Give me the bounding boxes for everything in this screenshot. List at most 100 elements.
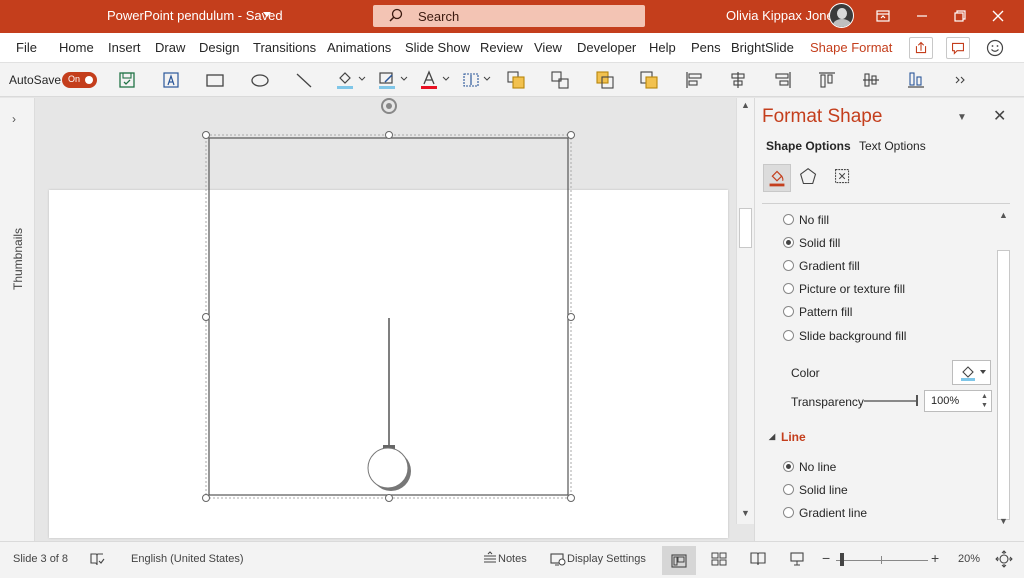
scroll-down-icon[interactable]: ▼ xyxy=(741,508,750,518)
tab-brightslide[interactable]: BrightSlide xyxy=(731,40,794,55)
chevron-right-icon[interactable]: › xyxy=(12,112,16,126)
oval-button[interactable] xyxy=(249,69,271,91)
tab-draw[interactable]: Draw xyxy=(155,40,185,55)
transparency-slider-thumb[interactable] xyxy=(916,395,918,406)
slide-counter[interactable]: Slide 3 of 8 xyxy=(13,553,68,565)
scroll-down-icon[interactable]: ▼ xyxy=(999,516,1008,526)
tab-insert[interactable]: Insert xyxy=(108,40,141,55)
line-button[interactable] xyxy=(293,69,315,91)
send-backward-button[interactable] xyxy=(594,69,616,91)
tab-view[interactable]: View xyxy=(534,40,562,55)
align-center-button[interactable] xyxy=(727,69,749,91)
radio-button[interactable] xyxy=(783,330,794,341)
align-middle-button[interactable] xyxy=(860,69,882,91)
tab-file[interactable]: File xyxy=(16,40,37,55)
zoom-slider[interactable] xyxy=(836,560,928,561)
slide-sorter-icon[interactable] xyxy=(710,550,728,568)
chevron-down-icon[interactable] xyxy=(400,75,408,83)
tab-shape-options[interactable]: Shape Options xyxy=(766,139,851,153)
selected-shape[interactable] xyxy=(36,98,736,541)
align-left-button[interactable] xyxy=(683,69,705,91)
tab-shape-format[interactable]: Shape Format xyxy=(810,40,892,55)
scrollbar-thumb[interactable] xyxy=(997,250,1010,520)
radio-button[interactable] xyxy=(783,484,794,495)
pane-options-icon[interactable]: ▼ xyxy=(957,112,967,123)
display-settings-button[interactable]: Display Settings xyxy=(567,553,646,565)
radio-button[interactable] xyxy=(783,283,794,294)
spinner-icon[interactable]: ▲ ▼ xyxy=(981,392,988,410)
comments-button[interactable] xyxy=(946,37,970,59)
tab-design[interactable]: Design xyxy=(199,40,239,55)
thumbnails-pane[interactable]: › Thumbnails xyxy=(0,98,35,541)
transparency-input[interactable]: 100% ▲ ▼ xyxy=(924,390,992,412)
avatar[interactable] xyxy=(829,3,854,28)
transparency-slider[interactable] xyxy=(864,400,918,402)
arrange-button[interactable] xyxy=(638,69,660,91)
search-box[interactable]: Search xyxy=(373,5,645,27)
fill-line-tab[interactable] xyxy=(763,164,791,192)
scrollbar-thumb[interactable] xyxy=(739,208,752,248)
tab-pens[interactable]: Pens xyxy=(691,40,721,55)
document-title[interactable]: PowerPoint pendulum - Saved xyxy=(107,8,283,23)
radio-button[interactable] xyxy=(783,461,794,472)
group-button[interactable] xyxy=(549,69,571,91)
chevron-down-icon[interactable] xyxy=(442,75,450,83)
tab-help[interactable]: Help xyxy=(649,40,676,55)
reading-view-icon[interactable] xyxy=(749,550,767,568)
ribbon-display-options-icon[interactable] xyxy=(873,6,893,26)
slide-scrollbar[interactable]: ▲ ▼ xyxy=(736,98,754,524)
slide-show-icon[interactable] xyxy=(788,550,806,568)
zoom-out-button[interactable]: − xyxy=(822,550,830,566)
close-icon[interactable] xyxy=(988,6,1008,26)
tab-animations[interactable]: Animations xyxy=(327,40,391,55)
tab-developer[interactable]: Developer xyxy=(577,40,636,55)
language-status[interactable]: English (United States) xyxy=(131,553,244,565)
close-pane-icon[interactable]: ✕ xyxy=(993,106,1006,126)
align-text-button[interactable] xyxy=(460,69,482,91)
normal-view-button[interactable] xyxy=(662,546,696,575)
tab-text-options[interactable]: Text Options xyxy=(859,139,926,153)
radio-button[interactable] xyxy=(783,306,794,317)
scroll-up-icon[interactable]: ▲ xyxy=(741,100,750,110)
shape-fill-button[interactable] xyxy=(334,69,356,91)
autosave-toggle[interactable]: On xyxy=(62,72,97,88)
smiley-icon[interactable] xyxy=(985,38,1005,58)
chevron-down-icon[interactable] xyxy=(263,12,271,17)
chevron-down-icon[interactable] xyxy=(483,75,491,83)
tab-transitions[interactable]: Transitions xyxy=(253,40,316,55)
notes-button[interactable]: Notes xyxy=(498,553,527,565)
minimize-icon[interactable] xyxy=(912,6,932,26)
zoom-level[interactable]: 20% xyxy=(958,553,980,565)
radio-button[interactable] xyxy=(783,260,794,271)
rectangle-button[interactable] xyxy=(204,69,226,91)
tab-slide-show[interactable]: Slide Show xyxy=(405,40,470,55)
user-name[interactable]: Olivia Kippax Jones xyxy=(726,8,840,23)
restore-icon[interactable] xyxy=(950,6,970,26)
zoom-slider-thumb[interactable] xyxy=(840,553,844,566)
shape-outline-button[interactable] xyxy=(376,69,398,91)
zoom-in-button[interactable]: + xyxy=(931,550,939,566)
fit-to-window-icon[interactable] xyxy=(995,550,1013,568)
save-button[interactable] xyxy=(116,69,138,91)
color-picker-button[interactable] xyxy=(952,360,991,385)
share-button[interactable] xyxy=(909,37,933,59)
chevron-down-icon[interactable] xyxy=(358,75,366,83)
font-color-button[interactable] xyxy=(418,69,440,91)
scroll-up-icon[interactable]: ▲ xyxy=(999,210,1008,220)
text-box-button[interactable] xyxy=(160,69,182,91)
radio-button[interactable] xyxy=(783,214,794,225)
size-properties-tab[interactable] xyxy=(830,164,858,192)
slide-canvas[interactable] xyxy=(36,98,736,541)
accessibility-icon[interactable] xyxy=(88,550,106,568)
tab-review[interactable]: Review xyxy=(480,40,523,55)
pane-scrollbar[interactable]: ▲ ▼ xyxy=(996,210,1012,530)
more-button[interactable] xyxy=(950,69,972,91)
align-right-button[interactable] xyxy=(772,69,794,91)
align-bottom-button[interactable] xyxy=(905,69,927,91)
effects-tab[interactable] xyxy=(796,164,824,192)
tab-home[interactable]: Home xyxy=(59,40,94,55)
bring-forward-button[interactable] xyxy=(505,69,527,91)
radio-button[interactable] xyxy=(783,507,794,518)
radio-button[interactable] xyxy=(783,237,794,248)
align-top-button[interactable] xyxy=(816,69,838,91)
